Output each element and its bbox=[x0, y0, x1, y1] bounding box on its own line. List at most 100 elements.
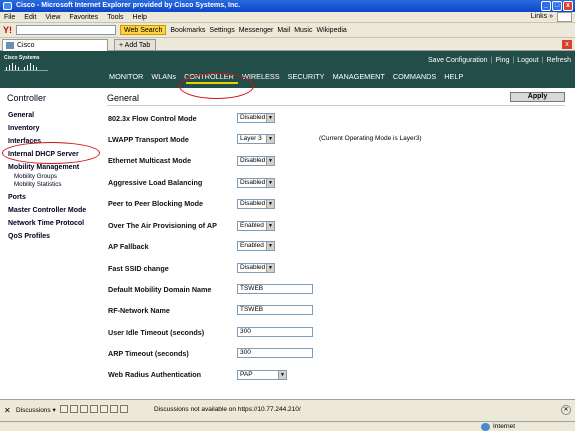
sidebar-item-network-time-protocol[interactable]: Network Time Protocol bbox=[8, 220, 84, 227]
ap-fallback-label: AP Fallback bbox=[108, 242, 149, 251]
wikipedia-button[interactable]: Wikipedia bbox=[316, 27, 346, 34]
collapse-discussion-icon[interactable] bbox=[80, 405, 88, 413]
refresh-discussion-icon[interactable] bbox=[110, 405, 118, 413]
main-content: General Apply 802.3x Flow Control Mode D… bbox=[100, 88, 575, 399]
sidebar-item-mobility-management[interactable]: Mobility Management bbox=[8, 164, 79, 171]
sidebar-item-qos-profiles[interactable]: QoS Profiles bbox=[8, 233, 50, 240]
previous-discussion-icon[interactable] bbox=[90, 405, 98, 413]
lwapp-transport-label: LWAPP Transport Mode bbox=[108, 135, 189, 144]
peer-blocking-value: Disabled bbox=[240, 200, 266, 207]
music-button[interactable]: Music bbox=[294, 27, 312, 34]
messenger-button[interactable]: Messenger bbox=[239, 27, 274, 34]
sidebar-title: Controller bbox=[7, 93, 47, 103]
ap-fallback-value: Enabled bbox=[240, 242, 264, 249]
title-divider bbox=[107, 105, 565, 106]
peer-blocking-select[interactable]: Disabled ▼ bbox=[237, 199, 275, 209]
idle-timeout-input[interactable]: 300 bbox=[237, 327, 313, 337]
mail-button[interactable]: Mail bbox=[277, 27, 290, 34]
wlc-header: Cisco Systems Save Configuration | Ping | … bbox=[0, 51, 575, 88]
menu-view[interactable]: View bbox=[45, 14, 60, 21]
mobility-domain-label: Default Mobility Domain Name bbox=[108, 285, 212, 294]
sidebar-subitem-mobility-statistics[interactable]: Mobility Statistics bbox=[14, 181, 61, 188]
load-balancing-select[interactable]: Disabled ▼ bbox=[237, 178, 275, 188]
chevron-down-icon: ▼ bbox=[278, 371, 286, 379]
refresh-link[interactable]: Refresh bbox=[546, 57, 571, 64]
links-button[interactable]: Links » bbox=[531, 13, 553, 20]
internet-zone-icon bbox=[481, 423, 490, 431]
window-titlebar: Cisco - Microsoft Internet Explorer prov… bbox=[0, 0, 575, 12]
sidebar-item-inventory[interactable]: Inventory bbox=[8, 125, 40, 132]
menu-favorites[interactable]: Favorites bbox=[69, 14, 98, 21]
expand-discussion-icon[interactable] bbox=[70, 405, 78, 413]
arp-timeout-input[interactable]: 300 bbox=[237, 348, 313, 358]
menu-edit[interactable]: Edit bbox=[24, 14, 36, 21]
discussion-tools bbox=[60, 405, 128, 413]
nav-monitor[interactable]: MONITOR bbox=[108, 72, 144, 81]
menu-bar: File Edit View Favorites Tools Help Link… bbox=[0, 12, 575, 23]
insert-discussion-icon[interactable] bbox=[60, 405, 68, 413]
ethernet-multicast-label: Ethernet Multicast Mode bbox=[108, 156, 192, 165]
close-icon[interactable]: ✕ bbox=[561, 405, 571, 415]
web-radius-auth-value: PAP bbox=[240, 371, 253, 378]
web-search-button[interactable]: Web Search bbox=[120, 25, 167, 35]
tab-cisco[interactable]: Cisco bbox=[2, 39, 108, 51]
close-window-button[interactable]: x bbox=[563, 1, 573, 11]
next-discussion-icon[interactable] bbox=[100, 405, 108, 413]
ota-provisioning-select[interactable]: Enabled ▼ bbox=[237, 221, 275, 231]
yahoo-toolbar: Y! Web Search Bookmarks Settings Messeng… bbox=[0, 23, 575, 38]
tab-bar: Cisco + Add Tab x bbox=[0, 38, 575, 51]
nav-help[interactable]: HELP bbox=[443, 72, 464, 81]
chevron-down-icon: ▼ bbox=[266, 179, 274, 187]
maximize-button[interactable]: □ bbox=[552, 1, 562, 11]
fast-ssid-value: Disabled bbox=[240, 264, 266, 271]
nav-management[interactable]: MANAGEMENT bbox=[332, 72, 386, 81]
mobility-domain-input[interactable]: TSWEB bbox=[237, 284, 313, 294]
show-discussion-icon[interactable] bbox=[120, 405, 128, 413]
discussions-button[interactable]: Discussions ▾ bbox=[16, 406, 56, 414]
fast-ssid-select[interactable]: Disabled ▼ bbox=[237, 263, 275, 273]
arp-timeout-label: ARP Timeout (seconds) bbox=[108, 349, 189, 358]
nav-security[interactable]: SECURITY bbox=[287, 72, 326, 81]
save-configuration-link[interactable]: Save Configuration bbox=[428, 57, 488, 64]
logout-link[interactable]: Logout bbox=[517, 57, 538, 64]
controller-highlight-ellipse bbox=[179, 73, 254, 99]
yahoo-logo-icon[interactable]: Y! bbox=[3, 25, 12, 35]
lwapp-transport-select[interactable]: Layer 3 ▼ bbox=[237, 134, 275, 144]
operating-mode-note: (Current Operating Mode is Layer3) bbox=[319, 135, 422, 142]
web-radius-auth-select[interactable]: PAP ▼ bbox=[237, 370, 287, 380]
apply-button[interactable]: Apply bbox=[510, 92, 565, 102]
lwapp-transport-value: Layer 3 bbox=[240, 135, 262, 142]
chevron-down-icon: ▼ bbox=[266, 222, 274, 230]
discussions-label: Discussions bbox=[16, 407, 51, 414]
rf-network-label: RF-Network Name bbox=[108, 306, 170, 315]
settings-button[interactable]: Settings bbox=[209, 27, 234, 34]
add-tab-button[interactable]: + Add Tab bbox=[114, 39, 156, 51]
minimize-button[interactable]: _ bbox=[541, 1, 551, 11]
nav-wlans[interactable]: WLANs bbox=[150, 72, 177, 81]
ota-provisioning-label: Over The Air Provisioning of AP bbox=[108, 221, 217, 230]
close-tab-icon[interactable]: x bbox=[562, 40, 572, 49]
flow-control-label: 802.3x Flow Control Mode bbox=[108, 114, 197, 123]
security-zone: Internet bbox=[493, 423, 516, 430]
window-title: Cisco - Microsoft Internet Explorer prov… bbox=[16, 2, 241, 9]
sidebar-item-master-controller-mode[interactable]: Master Controller Mode bbox=[8, 207, 86, 214]
rf-network-input[interactable]: TSWEB bbox=[237, 305, 313, 315]
ping-link[interactable]: Ping bbox=[495, 57, 509, 64]
chevron-down-icon: ▼ bbox=[266, 157, 274, 165]
sidebar-item-ports[interactable]: Ports bbox=[8, 194, 26, 201]
nav-commands[interactable]: COMMANDS bbox=[392, 72, 437, 81]
sidebar-subitem-mobility-groups[interactable]: Mobility Groups bbox=[14, 173, 57, 180]
bookmarks-button[interactable]: Bookmarks bbox=[170, 27, 205, 34]
toolbar-search-input[interactable] bbox=[16, 25, 116, 35]
close-discussions-icon[interactable]: ✕ bbox=[4, 406, 11, 415]
main-nav: MONITOR WLANs CONTROLLER WIRELESS SECURI… bbox=[108, 72, 464, 81]
menu-tools[interactable]: Tools bbox=[107, 14, 123, 21]
sidebar-item-general[interactable]: General bbox=[8, 112, 34, 119]
peer-blocking-label: Peer to Peer Blocking Mode bbox=[108, 199, 204, 208]
ethernet-multicast-select[interactable]: Disabled ▼ bbox=[237, 156, 275, 166]
menu-help[interactable]: Help bbox=[133, 14, 147, 21]
menu-file[interactable]: File bbox=[4, 14, 15, 21]
load-balancing-label: Aggressive Load Balancing bbox=[108, 178, 203, 187]
flow-control-select[interactable]: Disabled ▼ bbox=[237, 113, 275, 123]
ap-fallback-select[interactable]: Enabled ▼ bbox=[237, 241, 275, 251]
